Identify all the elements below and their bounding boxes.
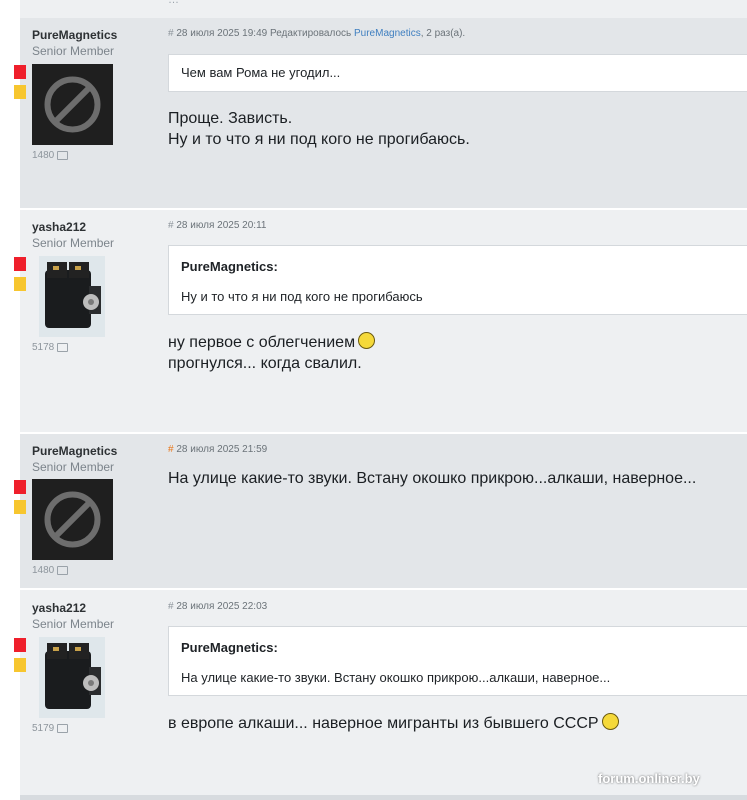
user-avatar[interactable] bbox=[39, 256, 105, 337]
quote-author: PureMagnetics: bbox=[181, 640, 278, 655]
user-avatar[interactable] bbox=[39, 637, 105, 718]
quote-box: Чем вам Рома не угодил... bbox=[168, 54, 747, 92]
quote-box: PureMagnetics: На улице какие-то звуки. … bbox=[168, 626, 747, 696]
post-count: 5179 bbox=[32, 723, 69, 734]
blocked-avatar-icon[interactable] bbox=[32, 64, 113, 145]
author-rank: Senior Member bbox=[32, 617, 115, 631]
laughing-emoji-icon bbox=[358, 332, 376, 349]
forum-post: yasha212 Senior Member 5179 # 28 июля 20… bbox=[14, 590, 747, 795]
yellow-card-icon bbox=[14, 277, 26, 291]
quote-text: Чем вам Рома не угодил... bbox=[181, 65, 341, 80]
reputation-marks bbox=[14, 65, 26, 105]
post-line: Ну и то что я ни под кого не прогибаюсь. bbox=[168, 131, 470, 148]
forum-thread: … PureMagnetics Senior Member 1480 # 28 … bbox=[14, 0, 747, 800]
post-meta: # 28 июля 2025 22:03 bbox=[168, 601, 267, 612]
speech-bubble-icon bbox=[57, 151, 69, 160]
permalink-hash[interactable]: # bbox=[168, 444, 174, 455]
red-card-icon bbox=[14, 480, 26, 494]
forum-post: PureMagnetics Senior Member 1480 # 28 ию… bbox=[14, 18, 747, 208]
quote-text: Ну и то что я ни под кого не прогибаюсь bbox=[181, 289, 423, 304]
red-card-icon bbox=[14, 257, 26, 271]
post-line: На улице какие-то звуки. Встану окошко п… bbox=[168, 470, 697, 487]
speech-bubble-icon bbox=[57, 566, 69, 575]
post-line: в европе алкаши... наверное мигранты из … bbox=[168, 713, 619, 734]
post-line: прогнулся... когда свалил. bbox=[168, 355, 362, 372]
post-author[interactable]: PureMagnetics bbox=[32, 444, 117, 458]
permalink-hash[interactable]: # bbox=[168, 28, 174, 39]
post-count: 1480 bbox=[32, 150, 69, 161]
blocked-avatar-icon[interactable] bbox=[32, 479, 113, 560]
post-count: 1480 bbox=[32, 565, 69, 576]
edited-label: Редактировалось bbox=[269, 28, 352, 39]
speech-bubble-icon bbox=[57, 724, 69, 733]
post-meta: # 28 июля 2025 20:11 bbox=[168, 220, 266, 231]
reputation-marks bbox=[14, 638, 26, 678]
forum-post: yasha212 Senior Member 5178 # 28 июля 20… bbox=[14, 210, 747, 432]
author-rank: Senior Member bbox=[32, 236, 115, 250]
next-post-remnant bbox=[20, 795, 747, 800]
author-rank: Senior Member bbox=[32, 44, 115, 58]
post-line: Проще. Зависть. bbox=[168, 110, 293, 127]
red-card-icon bbox=[14, 65, 26, 79]
post-date: 28 июля 2025 20:11 bbox=[176, 220, 267, 231]
yellow-card-icon bbox=[14, 658, 26, 672]
post-body: Проще. Зависть. Ну и то что я ни под ког… bbox=[168, 108, 470, 150]
post-author[interactable]: yasha212 bbox=[32, 601, 86, 615]
post-body: На улице какие-то звуки. Встану окошко п… bbox=[168, 468, 696, 489]
site-watermark: forum.onliner.by bbox=[598, 771, 700, 786]
permalink-hash[interactable]: # bbox=[168, 220, 174, 231]
post-author[interactable]: PureMagnetics bbox=[32, 28, 117, 42]
post-meta: # 28 июля 2025 21:59 bbox=[168, 444, 267, 455]
quote-box: PureMagnetics: Ну и то что я ни под кого… bbox=[168, 245, 747, 315]
author-rank: Senior Member bbox=[32, 460, 115, 474]
previous-post-remnant: … bbox=[20, 0, 747, 18]
red-card-icon bbox=[14, 638, 26, 652]
speech-bubble-icon bbox=[57, 343, 69, 352]
post-date: 28 июля 2025 21:59 bbox=[176, 444, 268, 455]
post-date: 28 июля 2025 22:03 bbox=[176, 601, 268, 612]
post-count: 5178 bbox=[32, 342, 69, 353]
post-author[interactable]: yasha212 bbox=[32, 220, 86, 234]
post-body: ну первое с облегчением прогнулся... ког… bbox=[168, 332, 376, 374]
quote-author: PureMagnetics: bbox=[181, 259, 278, 274]
edit-count: , 2 раз(а). bbox=[420, 28, 466, 39]
quote-text: На улице какие-то звуки. Встану окошко п… bbox=[181, 670, 611, 685]
post-date: 28 июля 2025 19:49 bbox=[176, 28, 268, 39]
laughing-emoji-icon bbox=[601, 713, 619, 730]
post-meta: # 28 июля 2025 19:49 Редактировалось Pur… bbox=[168, 28, 465, 39]
reputation-marks bbox=[14, 257, 26, 297]
permalink-hash[interactable]: # bbox=[168, 601, 174, 612]
yellow-card-icon bbox=[14, 85, 26, 99]
edited-by-link[interactable]: PureMagnetics bbox=[354, 28, 421, 39]
forum-post: PureMagnetics Senior Member 1480 # 28 ию… bbox=[14, 434, 747, 588]
reputation-marks bbox=[14, 480, 26, 520]
post-body: в европе алкаши... наверное мигранты из … bbox=[168, 713, 619, 734]
post-line: ну первое с облегчением bbox=[168, 332, 376, 353]
yellow-card-icon bbox=[14, 500, 26, 514]
